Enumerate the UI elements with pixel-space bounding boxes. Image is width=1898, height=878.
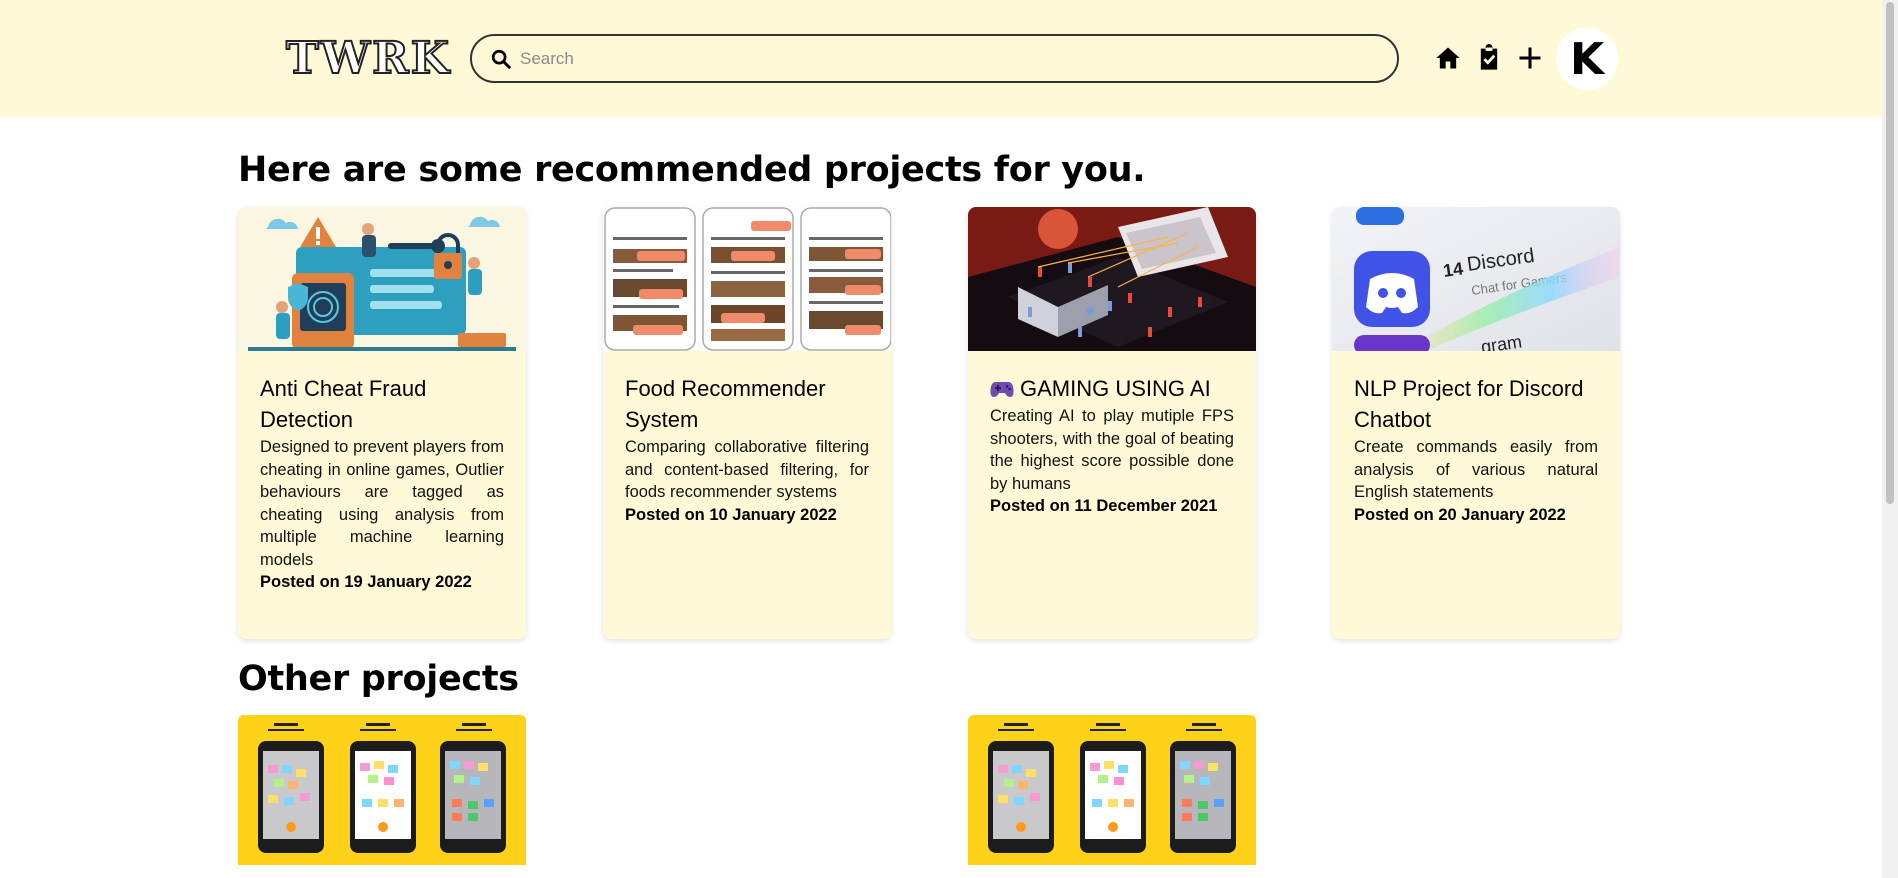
project-date: Posted on 19 January 2022 (260, 573, 472, 591)
project-thumbnail (968, 715, 1256, 865)
home-icon[interactable] (1434, 44, 1462, 72)
plus-icon[interactable] (1516, 44, 1544, 72)
project-date: Posted on 20 January 2022 (1354, 505, 1566, 524)
project-title[interactable]: GAMING USING AI (990, 373, 1234, 404)
project-description: Designed to prevent players from cheatin… (260, 438, 504, 569)
project-date: Posted on 10 January 2022 (625, 505, 837, 524)
recommended-heading: Here are some recommended projects for y… (238, 150, 1146, 190)
project-card[interactable]: 14 Discord Chat for Gamers gram NLP Proj… (1332, 207, 1620, 639)
project-description: Comparing collaborative filtering and co… (625, 438, 869, 501)
project-thumbnail (603, 207, 891, 351)
clipboard-check-icon[interactable] (1475, 44, 1503, 72)
other-project-card[interactable] (968, 715, 1256, 865)
project-thumbnail (238, 207, 526, 351)
scrollbar-thumb[interactable] (1886, 2, 1894, 504)
project-thumbnail (238, 715, 526, 865)
project-title[interactable]: Food Recommender System (625, 373, 869, 435)
project-thumbnail: 14 Discord Chat for Gamers gram (1332, 207, 1620, 351)
discord-count: 14 (1442, 258, 1465, 281)
project-date: Posted on 11 December 2021 (990, 497, 1218, 515)
search-bar[interactable] (470, 34, 1399, 83)
project-description: Create commands easily from analysis of … (1354, 438, 1598, 501)
user-avatar[interactable]: K (1556, 28, 1618, 90)
project-card[interactable]: GAMING USING AI Creating AI to play muti… (968, 207, 1256, 639)
site-logo[interactable]: TWRK (285, 33, 451, 85)
gamepad-icon (990, 382, 1014, 397)
project-title[interactable]: NLP Project for Discord Chatbot (1354, 373, 1598, 435)
project-description: Creating AI to play mutiple FPS shooters… (990, 407, 1234, 493)
project-title[interactable]: Anti Cheat Fraud Detection (260, 373, 504, 435)
project-card[interactable]: Anti Cheat Fraud Detection Designed to p… (238, 207, 526, 639)
search-icon (491, 49, 511, 69)
other-projects-heading: Other projects (238, 659, 519, 699)
project-thumbnail (968, 207, 1256, 351)
project-card[interactable]: Food Recommender System Comparing collab… (603, 207, 891, 639)
top-header: TWRK K (0, 0, 1882, 117)
other-project-card[interactable] (238, 715, 526, 865)
project-title-text[interactable]: GAMING USING AI (1020, 376, 1211, 401)
search-input[interactable] (520, 48, 1380, 69)
